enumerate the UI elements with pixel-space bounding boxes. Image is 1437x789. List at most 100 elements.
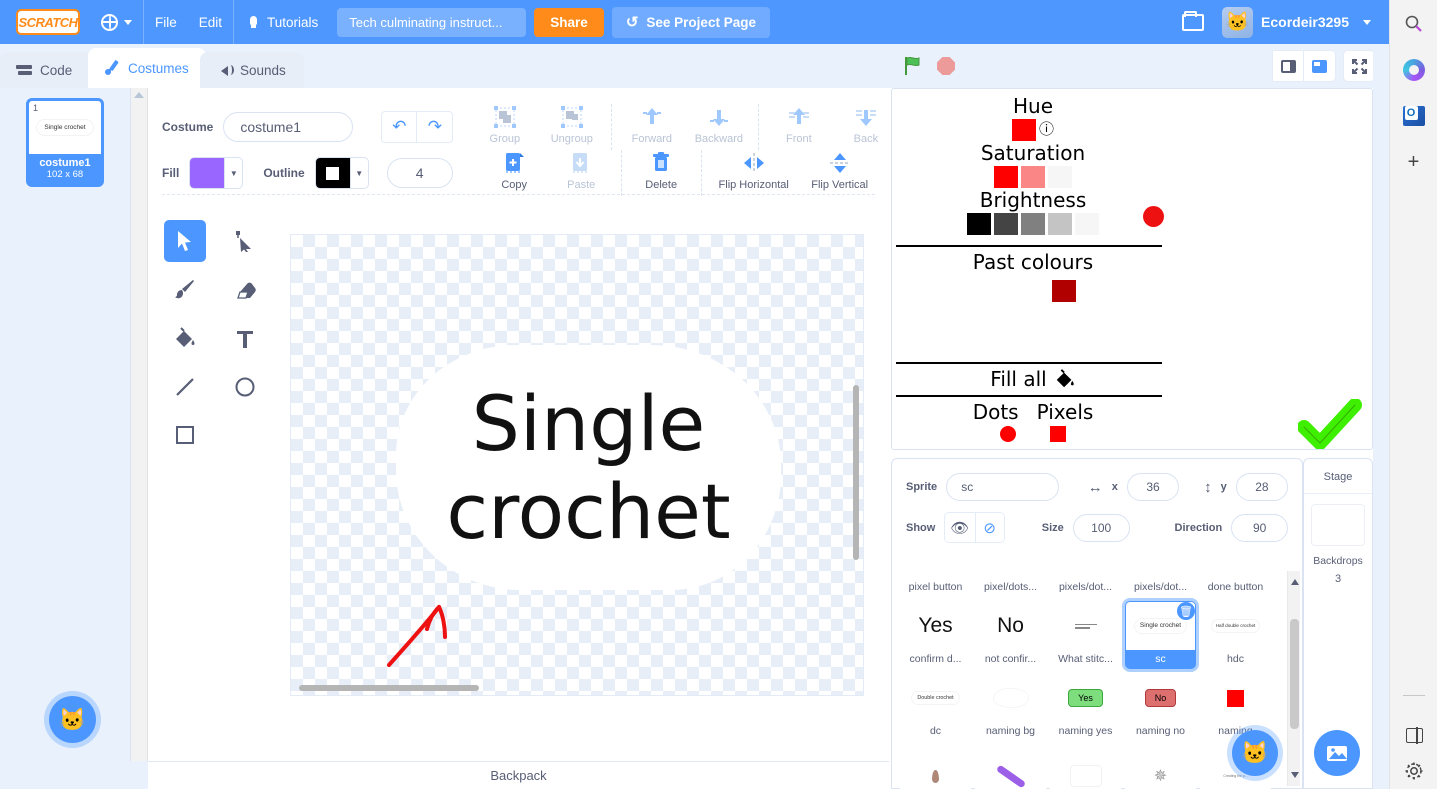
group-button[interactable]: Group <box>471 104 538 145</box>
scratch-logo[interactable]: SCRATCH <box>16 9 80 35</box>
folder-icon[interactable] <box>1182 14 1204 31</box>
fullscreen-button[interactable] <box>1343 50 1375 82</box>
dots-swatch[interactable] <box>1000 426 1016 442</box>
green-check-icon[interactable] <box>1298 399 1362 450</box>
share-button[interactable]: Share <box>534 8 604 37</box>
costume-name-input[interactable]: costume1 <box>223 112 353 142</box>
delete-button[interactable]: Delete <box>628 150 695 191</box>
file-menu[interactable]: File <box>143 0 188 44</box>
scrollbar-thumb[interactable] <box>1290 619 1299 729</box>
back-button[interactable]: Back <box>832 104 899 145</box>
x-input[interactable]: 36 <box>1127 473 1179 501</box>
search-icon[interactable] <box>1398 8 1430 40</box>
copilot-icon[interactable] <box>1398 54 1430 86</box>
account-menu[interactable]: 🐱 Ecordeir3295 <box>1222 7 1381 38</box>
reshape-tool[interactable] <box>224 220 266 262</box>
text-tool[interactable] <box>224 318 266 360</box>
sprite-list-item[interactable]: Yes naming yes <box>1050 673 1121 741</box>
scroll-up-icon[interactable] <box>134 92 144 98</box>
size-input[interactable]: 100 <box>1073 514 1130 542</box>
language-menu[interactable] <box>90 0 143 44</box>
add-backdrop-button[interactable] <box>1314 730 1360 776</box>
eraser-tool[interactable] <box>224 269 266 311</box>
sprite-list-item[interactable]: pixels/dot... <box>1125 569 1196 597</box>
flip-horizontal-button[interactable]: Flip Horizontal <box>708 150 800 191</box>
brightness-swatch[interactable] <box>1075 213 1099 235</box>
sprite-list-item[interactable]: ✵ <box>1125 745 1196 789</box>
question-mark-icon[interactable]: ⓘ <box>1039 119 1054 141</box>
costume-list-scrollbar[interactable] <box>131 88 148 761</box>
add-sprite-button[interactable]: 🐱 <box>1232 730 1278 776</box>
backward-button[interactable]: Backward <box>685 104 752 145</box>
circle-tool[interactable] <box>224 366 266 408</box>
tab-code[interactable]: Code <box>0 52 92 88</box>
brightness-swatch[interactable] <box>994 213 1018 235</box>
outlook-icon[interactable] <box>1398 100 1430 132</box>
saturation-swatch[interactable] <box>1021 166 1045 188</box>
stage-canvas[interactable]: Hue ⓘ Saturation Brightness Past colours <box>891 88 1373 450</box>
select-tool[interactable] <box>164 220 206 262</box>
saturation-swatch[interactable] <box>1048 166 1072 188</box>
direction-input[interactable]: 90 <box>1231 514 1288 542</box>
outline-color-picker[interactable]: ▼ <box>315 157 369 189</box>
sprite-list-item[interactable]: pixel button <box>900 569 971 597</box>
line-tool[interactable] <box>164 366 206 408</box>
costume-list-item[interactable]: 1 Single crochet costume1 102 x 68 <box>26 98 104 187</box>
saturation-swatch[interactable] <box>994 166 1018 188</box>
flip-vertical-button[interactable]: Flip Vertical <box>800 150 880 191</box>
brush-tool[interactable] <box>164 268 206 310</box>
sprite-list-item[interactable] <box>975 745 1046 789</box>
copy-button[interactable]: Copy <box>481 150 548 191</box>
stop-sign-icon[interactable] <box>937 57 955 75</box>
past-colour-swatch[interactable] <box>1052 280 1076 302</box>
sprite-list-item[interactable]: Yes confirm d... <box>900 601 971 669</box>
see-project-page-button[interactable]: ↺ See Project Page <box>612 7 770 38</box>
canvas-artwork[interactable]: Single crochet <box>396 345 781 590</box>
paste-button[interactable]: Paste <box>548 150 615 191</box>
fill-tool[interactable] <box>164 317 206 359</box>
delete-sprite-icon[interactable]: 🗑 <box>1175 601 1196 622</box>
brightness-swatch[interactable] <box>967 213 991 235</box>
sprite-list-item[interactable]: ✓ done button <box>1200 569 1271 597</box>
sprite-list-item[interactable]: Double crochet dc <box>900 673 971 741</box>
sprite-list-item[interactable] <box>900 745 971 789</box>
split-screen-icon[interactable] <box>1406 728 1423 743</box>
green-flag-icon[interactable] <box>903 56 925 76</box>
backpack-bar[interactable]: Backpack <box>148 761 889 789</box>
brightness-swatch[interactable] <box>1021 213 1045 235</box>
fill-all-row[interactable]: Fill all <box>892 367 1174 391</box>
eye-icon[interactable]: 👁 <box>945 513 974 542</box>
sprite-list-item[interactable]: pixel/dots... <box>975 569 1046 597</box>
sprite-list-item[interactable]: Half double crochet hdc <box>1200 601 1271 669</box>
sprite-list-item-sc[interactable]: 🗑 Single crochet sc <box>1125 601 1196 669</box>
tutorials-menu[interactable]: Tutorials <box>233 0 329 44</box>
settings-gear-icon[interactable] <box>1404 761 1424 781</box>
tab-costumes[interactable]: Costumes <box>88 48 206 88</box>
brightness-swatch[interactable] <box>1048 213 1072 235</box>
eye-crossed-icon[interactable]: ⊘ <box>975 513 1004 542</box>
project-title-input[interactable]: Tech culminating instruct... <box>337 8 526 37</box>
fill-color-picker[interactable]: ▼ <box>189 157 243 189</box>
forward-button[interactable]: Forward <box>618 104 685 145</box>
undo-button[interactable]: ↶ <box>381 111 417 143</box>
front-button[interactable]: Front <box>765 104 832 145</box>
tab-sounds[interactable]: Sounds <box>200 52 304 88</box>
sprite-list-item[interactable]: naming bg <box>975 673 1046 741</box>
edit-menu[interactable]: Edit <box>188 0 233 44</box>
hue-swatch[interactable] <box>1012 119 1036 141</box>
small-stage-button[interactable] <box>1272 50 1304 82</box>
y-input[interactable]: 28 <box>1236 473 1288 501</box>
ungroup-button[interactable]: Ungroup <box>538 104 605 145</box>
scroll-down-icon[interactable] <box>1291 772 1299 778</box>
pixels-swatch[interactable] <box>1050 426 1066 442</box>
canvas-horizontal-scrollbar[interactable] <box>299 685 479 691</box>
paint-canvas[interactable]: Single crochet <box>290 234 864 696</box>
add-costume-button[interactable]: 🐱 <box>49 696 96 743</box>
large-stage-button[interactable] <box>1304 50 1336 82</box>
scroll-up-icon[interactable] <box>1291 579 1299 585</box>
rectangle-tool[interactable] <box>164 414 206 456</box>
sprite-list-item[interactable]: No not confir... <box>975 601 1046 669</box>
sprite-list-item[interactable]: No naming no <box>1125 673 1196 741</box>
sprite-list-scrollbar[interactable] <box>1287 571 1300 786</box>
sprite-list-item[interactable]: What stitc... <box>1050 601 1121 669</box>
